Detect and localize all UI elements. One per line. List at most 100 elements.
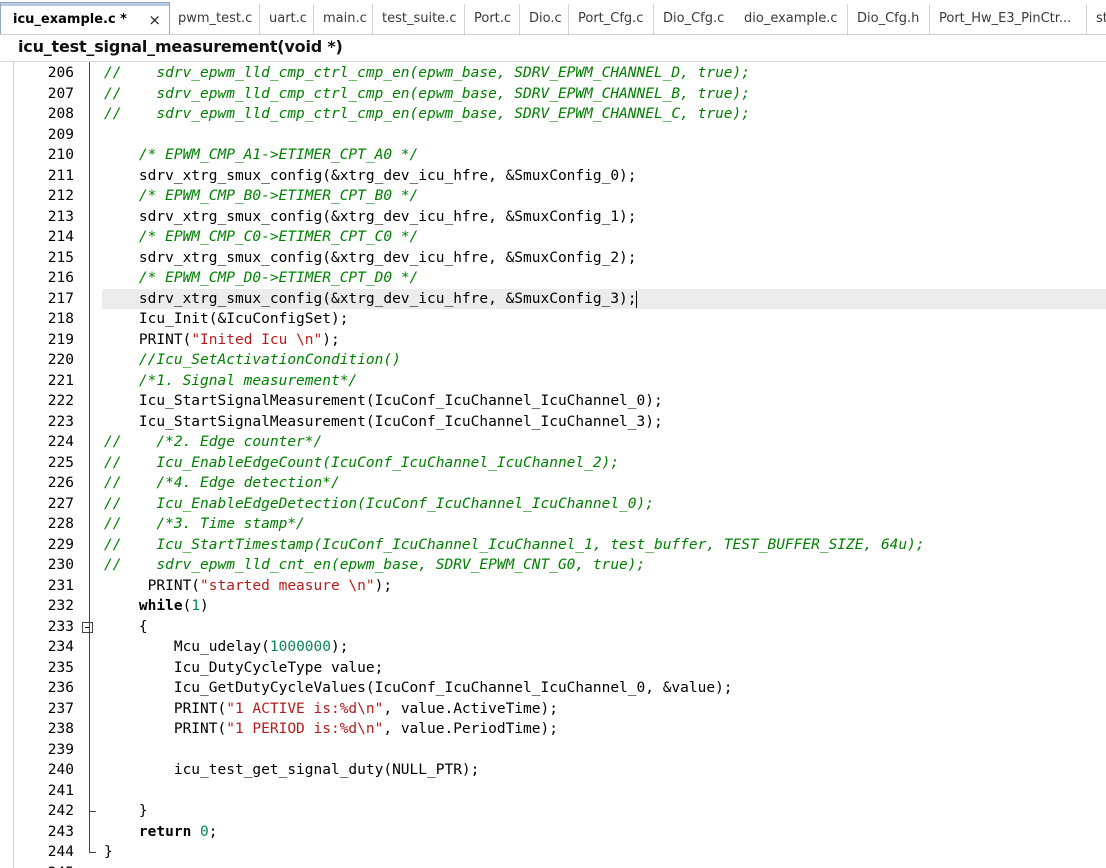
tab-label: test_suite.c <box>382 11 457 26</box>
tab-port-hw-e3-pinctr[interactable]: Port_Hw_E3_PinCtr... <box>931 4 1087 34</box>
code-text: // Icu_EnableEdgeDetection(IcuConf_IcuCh… <box>104 494 654 515</box>
code-text: // sdrv_epwm_lld_cmp_ctrl_cmp_en(epwm_ba… <box>104 63 750 84</box>
line-number: 235 <box>47 659 74 676</box>
code-editor[interactable]: 206 // sdrv_epwm_lld_cmp_ctrl_cmp_en(epwm… <box>0 62 1106 868</box>
tab-port-c[interactable]: Port.c <box>466 4 520 34</box>
code-token: , value.ActiveTime); <box>383 700 558 717</box>
code-text: //Icu_SetActivationCondition() <box>104 350 401 371</box>
line-number: 206 <box>47 65 74 81</box>
code-token: icu_test_get_signal_duty(NULL_PTR); <box>104 762 480 778</box>
tab-dio-example-c[interactable]: dio_example.c <box>736 4 848 34</box>
code-line: 235 Icu_DutyCycleType value; <box>0 658 1106 679</box>
keyword-token: while <box>138 598 183 614</box>
code-token: ); <box>330 639 349 655</box>
code-line: 214 /* EPWM_CMP_C0->ETIMER_CPT_C0 */ <box>0 227 1106 248</box>
line-number: 244 <box>47 844 74 860</box>
code-text: while(1) <box>104 596 209 617</box>
comment-token: /* EPWM_CMP_D0->ETIMER_CPT_D0 */ <box>138 270 419 286</box>
comment-token: // /*2. Edge counter*/ <box>104 434 323 450</box>
tab-label: Dio_Cfg.h <box>857 11 920 26</box>
code-line: 245 <box>0 863 1106 868</box>
code-text: return 0; <box>104 822 218 843</box>
code-line: 223 Icu_StartSignalMeasurement(IcuConf_I… <box>0 412 1106 433</box>
tab-test-suite-c[interactable]: test_suite.c <box>374 4 465 34</box>
code-token: } <box>104 803 148 819</box>
code-text: /* EPWM_CMP_A1->ETIMER_CPT_A0 */ <box>104 145 418 166</box>
code-token: PRINT( <box>104 721 227 737</box>
line-number: 208 <box>47 106 74 122</box>
function-fold-end-marker <box>89 852 96 853</box>
line-number: 210 <box>47 147 74 163</box>
comment-token: // sdrv_epwm_lld_cmp_ctrl_cmp_en(epwm_ba… <box>104 85 751 102</box>
line-number: 212 <box>47 188 74 204</box>
code-line: 229 // Icu_StartTimestamp(IcuConf_IcuChan… <box>0 535 1106 556</box>
code-text: sdrv_xtrg_smux_config(&xtrg_dev_icu_hfre… <box>104 166 637 187</box>
line-number: 241 <box>47 782 74 799</box>
string-token: "Inited Icu \n" <box>191 331 323 348</box>
code-line: 238 PRINT("1 PERIOD is:%d\n", value.Peri… <box>0 719 1106 740</box>
number-token: 1000000 <box>269 639 331 655</box>
code-line: 209 <box>0 125 1106 146</box>
string-token: "1 ACTIVE is:%d\n" <box>226 700 384 717</box>
tab-icu-example-c[interactable]: icu_example.c * × <box>0 2 170 34</box>
code-line: 222 Icu_StartSignalMeasurement(IcuConf_I… <box>0 391 1106 412</box>
code-line: 233 { <box>0 617 1106 638</box>
code-text: sdrv_xtrg_smux_config(&xtrg_dev_icu_hfre… <box>104 207 637 228</box>
line-number: 217 <box>47 290 74 307</box>
tab-label: main.c <box>323 11 367 26</box>
line-number: 239 <box>47 741 74 758</box>
code-line: 232 while(1) <box>0 596 1106 617</box>
comment-token: //Icu_SetActivationCondition() <box>138 352 401 368</box>
line-number: 237 <box>47 700 74 717</box>
tab-pwm-test-c[interactable]: pwm_test.c <box>170 4 260 34</box>
fold-collapse-icon[interactable] <box>82 621 93 633</box>
code-token: ); <box>322 331 340 348</box>
code-text: PRINT("Inited Icu \n"); <box>104 330 340 351</box>
code-token: sdrv_xtrg_smux_config(&xtrg_dev_icu_hfre… <box>104 249 637 266</box>
comment-token: // sdrv_epwm_lld_cmp_ctrl_cmp_en(epwm_ba… <box>104 65 751 81</box>
line-number: 234 <box>47 639 74 655</box>
tab-dio-c[interactable]: Dio.c <box>521 4 569 34</box>
code-text: Icu_GetDutyCycleValues(IcuConf_IcuChanne… <box>104 678 733 699</box>
comment-token: /*1. Signal measurement*/ <box>138 372 358 389</box>
tab-label: uart.c <box>269 11 307 26</box>
line-number: 236 <box>47 680 74 696</box>
tab-dio-cfg-h[interactable]: Dio_Cfg.h <box>849 4 930 34</box>
code-text: /* EPWM_CMP_C0->ETIMER_CPT_C0 */ <box>104 227 418 248</box>
line-number: 222 <box>47 393 74 409</box>
tab-label: Port.c <box>474 11 512 26</box>
code-text: } <box>104 801 148 822</box>
code-text: // sdrv_epwm_lld_cmp_ctrl_cmp_en(epwm_ba… <box>104 84 750 105</box>
line-number: 216 <box>47 270 74 286</box>
tab-uart-c[interactable]: uart.c <box>261 4 314 34</box>
line-number: 226 <box>47 475 74 491</box>
line-number: 240 <box>47 762 74 778</box>
code-text: PRINT("1 ACTIVE is:%d\n", value.ActiveTi… <box>104 699 558 720</box>
code-line: 213 sdrv_xtrg_smux_config(&xtrg_dev_icu_… <box>0 207 1106 228</box>
code-line: 216 /* EPWM_CMP_D0->ETIMER_CPT_D0 */ <box>0 268 1106 289</box>
tab-main-c[interactable]: main.c <box>315 4 373 34</box>
tab-label: Dio_Cfg.c <box>663 11 725 26</box>
code-text: { <box>104 617 148 638</box>
code-text: PRINT("1 PERIOD is:%d\n", value.PeriodTi… <box>104 719 558 740</box>
close-tab-icon[interactable]: × <box>148 3 161 34</box>
tab-port-cfg-c[interactable]: Port_Cfg.c <box>570 4 654 34</box>
code-line: 227 // Icu_EnableEdgeDetection(IcuConf_Ic… <box>0 494 1106 515</box>
code-token: Icu_DutyCycleType value; <box>104 659 384 676</box>
comment-token: // /*3. Time stamp*/ <box>104 516 305 532</box>
tab-label: Port_Hw_E3_PinCtr... <box>939 11 1072 26</box>
number-token: 0 <box>191 823 209 840</box>
function-navigation-bar[interactable]: icu_test_signal_measurement(void *) <box>0 35 1106 62</box>
code-text: // Icu_EnableEdgeCount(IcuConf_IcuChanne… <box>104 453 619 474</box>
code-token: } <box>104 844 113 860</box>
line-number: 214 <box>47 229 74 245</box>
tab-dio-cfg-c[interactable]: Dio_Cfg.c <box>655 4 737 34</box>
comment-token: /* EPWM_CMP_A1->ETIMER_CPT_A0 */ <box>138 147 419 163</box>
string-token: "started measure \n" <box>200 577 375 594</box>
line-number: 209 <box>47 126 74 143</box>
tab-st[interactable]: st <box>1088 4 1106 34</box>
code-line: 208 // sdrv_epwm_lld_cmp_ctrl_cmp_en(epwm… <box>0 104 1106 125</box>
